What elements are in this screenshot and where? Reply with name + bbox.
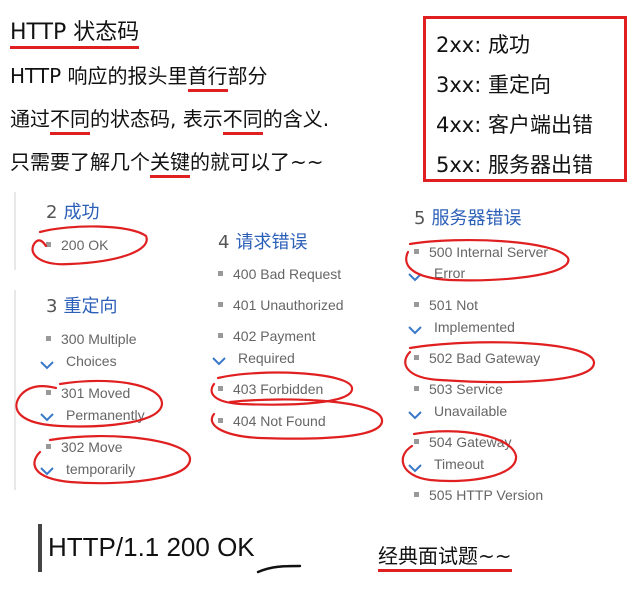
ok-underline [256, 564, 302, 574]
chevron-down-icon[interactable] [212, 356, 226, 366]
list-item: 504 Gateway [414, 431, 512, 453]
chevron-down-icon[interactable] [408, 325, 422, 335]
quote-bar [38, 524, 42, 572]
chevron-down-icon[interactable] [408, 272, 422, 282]
list-item: 403 Forbidden [218, 378, 323, 400]
chevron-down-icon[interactable] [40, 412, 54, 422]
classic-text: 经典面试题~~ [378, 544, 512, 572]
bullet-icon [218, 332, 223, 338]
intro-line-3: 只需要了解几个关键的就可以了~~ [10, 146, 324, 178]
section-4-heading[interactable]: 4 请求错误 [218, 228, 307, 254]
section-3-heading[interactable]: 3 重定向 [46, 292, 117, 318]
list-item-cont: Implemented [434, 319, 515, 335]
list-item: 401 Unauthorized [218, 294, 344, 316]
title-text: HTTP 状态码 [10, 20, 140, 49]
bullet-icon [218, 385, 223, 391]
list-item: 400 Bad Request [218, 263, 341, 285]
status-class-4xx: 4xx: 客户端出错 [436, 113, 593, 137]
list-item-cont: Timeout [434, 456, 485, 472]
section-title[interactable]: 成功 [63, 202, 99, 223]
list-item: 502 Bad Gateway [414, 347, 540, 369]
bullet-icon [46, 335, 51, 341]
bullet-icon [414, 301, 419, 307]
section-number: 4 [218, 232, 230, 253]
bullet-icon [46, 443, 51, 449]
status-class-2xx: 2xx: 成功 [436, 33, 530, 57]
section-title[interactable]: 重定向 [63, 296, 117, 317]
section-number: 3 [46, 296, 58, 317]
gutter-bar [14, 290, 16, 490]
chevron-down-icon[interactable] [40, 466, 54, 476]
section-title[interactable]: 请求错误 [235, 232, 307, 253]
list-item: 402 Payment [218, 325, 316, 347]
list-item: 503 Service [414, 378, 503, 400]
bullet-icon [218, 270, 223, 276]
bullet-icon [46, 389, 51, 395]
list-item-cont: Required [238, 350, 295, 366]
status-class-box: 2xx: 成功 3xx: 重定向 4xx: 客户端出错 5xx: 服务器出错 [423, 16, 627, 182]
list-item: 302 Move [46, 436, 122, 458]
status-class-3xx: 3xx: 重定向 [436, 73, 551, 97]
list-item: 404 Not Found [218, 410, 326, 432]
classic-interview-label: 经典面试题~~ [378, 540, 512, 572]
intro-line-2: 通过不同的状态码, 表示不同的含义. [10, 103, 329, 135]
section-number: 2 [46, 202, 58, 223]
list-item: 301 Moved [46, 382, 130, 404]
list-item: 300 Multiple [46, 328, 137, 350]
list-item-cont: Choices [66, 353, 117, 369]
http-status-line: HTTP/1.1 200 OK [48, 532, 255, 562]
section-2-heading[interactable]: 2 成功 [46, 198, 99, 224]
status-class-5xx: 5xx: 服务器出错 [436, 153, 593, 177]
chevron-down-icon[interactable] [40, 360, 54, 370]
list-item-cont: temporarily [66, 461, 136, 477]
bullet-icon [414, 491, 419, 497]
list-item: 500 Internal Server [414, 241, 548, 263]
bullet-icon [218, 301, 223, 307]
list-item-cont: Error [434, 265, 466, 281]
bullet-icon [414, 248, 419, 254]
list-item: 200 OK [46, 234, 108, 256]
chevron-down-icon[interactable] [408, 463, 422, 473]
section-5-heading[interactable]: 5 服务器错误 [414, 204, 521, 230]
list-item-cont: Unavailable [434, 403, 508, 419]
bullet-icon [414, 438, 419, 444]
bullet-icon [46, 241, 51, 247]
intro-line-1: HTTP 响应的报头里首行部分 [10, 60, 268, 92]
bullet-icon [414, 385, 419, 391]
bullet-icon [218, 417, 223, 423]
chevron-down-icon[interactable] [408, 410, 422, 420]
section-title[interactable]: 服务器错误 [431, 208, 521, 229]
gutter-bar [14, 192, 16, 270]
list-item: 505 HTTP Version [414, 484, 543, 506]
page-title: HTTP 状态码 [10, 14, 140, 49]
list-item: 501 Not [414, 294, 478, 316]
bullet-icon [414, 354, 419, 360]
list-item-cont: Permanently [66, 407, 145, 423]
section-number: 5 [414, 208, 426, 229]
